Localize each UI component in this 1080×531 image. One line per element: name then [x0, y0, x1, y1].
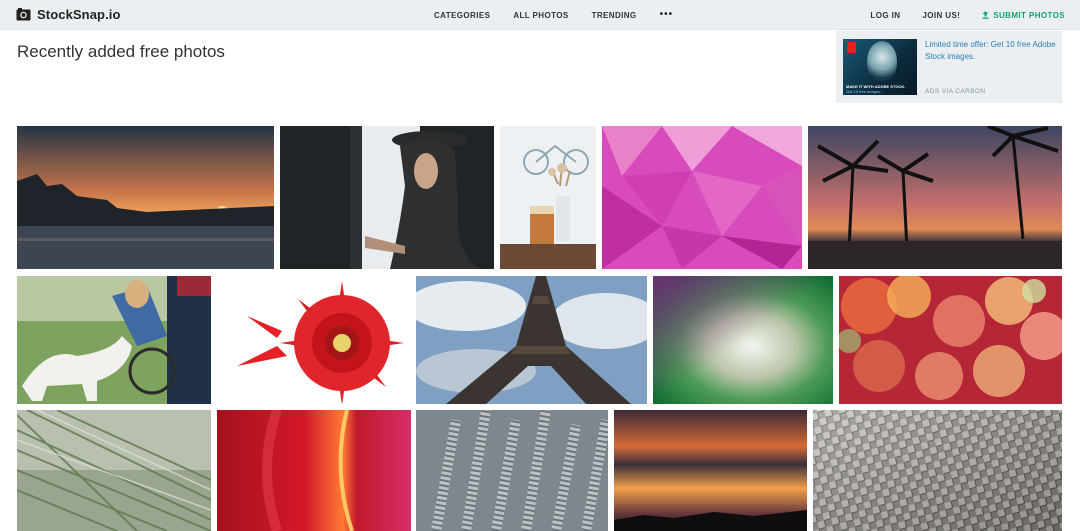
- photo-paris-sunset-river[interactable]: [17, 126, 274, 269]
- photo-metal-screws[interactable]: [416, 410, 608, 531]
- photo-palm-trees-sunset[interactable]: [808, 126, 1062, 269]
- camera-icon: [16, 8, 31, 21]
- photo-bokeh-lights[interactable]: [839, 276, 1062, 404]
- photo-orange-sunset-sky[interactable]: [614, 410, 807, 531]
- nav-categories[interactable]: CATEGORIES: [434, 11, 490, 20]
- photo-iced-coffee-flowers[interactable]: [500, 126, 596, 269]
- photo-dog-wheelchair[interactable]: [17, 276, 211, 404]
- submit-photos-label: SUBMIT PHOTOS: [993, 10, 1065, 20]
- page-title: Recently added free photos: [17, 42, 225, 61]
- nav-trending[interactable]: TRENDING: [592, 11, 637, 20]
- adobe-logo-icon: [847, 42, 856, 53]
- ad-image-subcaption: Get 10 free images ›: [846, 89, 883, 94]
- site-logo-link[interactable]: StockSnap.io: [16, 7, 121, 22]
- photo-pine-needles[interactable]: [17, 410, 211, 531]
- ads-via-carbon-link[interactable]: ADS VIA CARBON: [925, 88, 986, 95]
- logo-text: StockSnap.io: [37, 7, 121, 22]
- ad-text-link[interactable]: Limited time offer: Get 10 free Adobe St…: [925, 39, 1057, 63]
- login-link[interactable]: LOG IN: [870, 11, 900, 20]
- photo-woman-in-hat-window[interactable]: [280, 126, 494, 269]
- ad-image[interactable]: MAKE IT WITH ADOBE STOCK. Get 10 free im…: [843, 39, 917, 95]
- nav-all-photos[interactable]: ALL PHOTOS: [513, 11, 568, 20]
- photo-purple-green-gradient[interactable]: [653, 276, 833, 404]
- carbon-ad: MAKE IT WITH ADOBE STOCK. Get 10 free im…: [836, 31, 1062, 103]
- submit-photos-link[interactable]: SUBMIT PHOTOS: [982, 11, 1065, 20]
- photo-pink-polygon-pattern[interactable]: [602, 126, 802, 269]
- photo-metal-texture[interactable]: [813, 410, 1062, 531]
- top-navigation-bar: StockSnap.io CATEGORIES ALL PHOTOS TREND…: [0, 0, 1080, 30]
- photo-eiffel-tower[interactable]: [416, 276, 647, 404]
- ad-portrait: [867, 41, 897, 81]
- more-menu-icon[interactable]: •••: [660, 9, 674, 20]
- join-link[interactable]: JOIN US!: [922, 11, 960, 20]
- main-nav: CATEGORIES ALL PHOTOS TRENDING •••: [434, 0, 696, 30]
- photo-red-gerbera[interactable]: [217, 276, 411, 404]
- upload-icon: [982, 11, 989, 19]
- photo-red-abstract-light[interactable]: [217, 410, 411, 531]
- account-nav: LOG IN JOIN US! SUBMIT PHOTOS: [848, 0, 1065, 30]
